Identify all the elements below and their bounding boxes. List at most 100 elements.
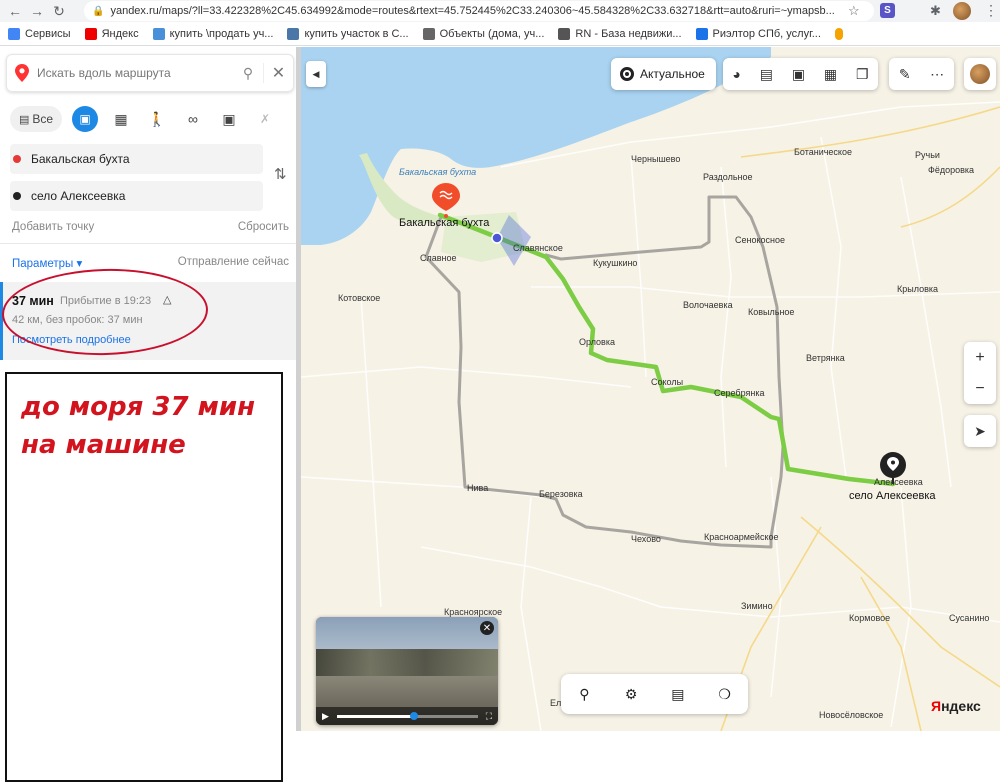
- place-label: Орловка: [579, 337, 615, 347]
- bus-mode-button[interactable]: ▦: [108, 106, 134, 132]
- walk-mode-button[interactable]: 🚶: [144, 106, 170, 132]
- departure-select[interactable]: Отправление сейчас: [178, 256, 289, 268]
- transit-icon[interactable]: ▦: [824, 66, 837, 83]
- locate-button[interactable]: ➤: [964, 415, 996, 447]
- divider: [0, 243, 300, 244]
- search-icon[interactable]: ⚲: [569, 679, 599, 709]
- back-icon[interactable]: ←: [4, 0, 26, 22]
- url-text: yandex.ru/maps/?ll=33.422328%2C45.634992…: [110, 5, 835, 17]
- more-icon[interactable]: ⋯: [930, 66, 944, 83]
- bookmark-overflow-icon[interactable]: [834, 27, 843, 40]
- extension-s-icon[interactable]: S: [880, 3, 895, 18]
- layers-icon[interactable]: ❐: [856, 66, 869, 83]
- bookmark-label: RN - База недвижи...: [575, 27, 682, 40]
- user-avatar-button[interactable]: [964, 58, 996, 90]
- place-label: Волочаевка: [683, 300, 733, 310]
- annotation-line-2: на машине: [21, 430, 186, 460]
- avatar: [970, 64, 990, 84]
- panorama-position-dot: [491, 232, 503, 244]
- restaurant-icon[interactable]: ⚙: [616, 679, 646, 709]
- taxi-mode-button[interactable]: ▣: [216, 106, 242, 132]
- bookmark-item[interactable]: Риэлтор СПб, услуг...: [695, 27, 821, 40]
- route-point-a[interactable]: Бакальская бухта: [10, 144, 263, 174]
- apps-grid-icon: [8, 27, 20, 40]
- panorama-preview[interactable]: ✕ ▶ ⛶: [316, 617, 498, 725]
- zoom-in-button[interactable]: +: [964, 342, 996, 373]
- location-arrow-icon: ➤: [974, 422, 986, 439]
- bike-mode-button[interactable]: ∞: [180, 106, 206, 132]
- close-icon[interactable]: ✕: [263, 63, 293, 83]
- globe-icon: [152, 27, 165, 40]
- point-b-label: село Алексеевка: [31, 189, 126, 203]
- lock-icon: 🔒: [92, 5, 105, 17]
- address-bar[interactable]: 🔒 yandex.ru/maps/?ll=33.422328%2C45.6349…: [84, 1, 874, 21]
- place-label: Нива: [467, 483, 489, 493]
- yandex-icon: [84, 27, 97, 40]
- play-icon[interactable]: ▶: [322, 711, 329, 722]
- map-bottom-bar: ⚲ ⚙ ▤ ❍: [561, 674, 748, 714]
- actual-label: Актуальное: [640, 67, 705, 81]
- car-mode-button[interactable]: ▣: [72, 106, 98, 132]
- search-input[interactable]: Искать вдоль маршрута: [37, 66, 233, 80]
- actual-layer-button[interactable]: Актуальное: [611, 58, 716, 90]
- place-label: Раздольное: [703, 172, 753, 182]
- place-label: Ручьи: [915, 150, 940, 160]
- bookmark-label: Сервисы: [25, 27, 71, 40]
- annotation-line-1: до моря 37 мин: [21, 392, 256, 422]
- map-pin-icon: [7, 64, 37, 82]
- swap-points-icon[interactable]: ⇅: [274, 165, 287, 183]
- bicycle-icon: ∞: [188, 111, 198, 127]
- zoom-control: + −: [964, 342, 996, 404]
- tools-toolbar: ✎ ⋯: [889, 58, 954, 90]
- camera-icon[interactable]: ▣: [792, 66, 805, 83]
- traffic-icon[interactable]: ◕: [732, 66, 740, 82]
- route-point-b[interactable]: село Алексеевка: [10, 181, 263, 211]
- route-panel: Искать вдоль маршрута ⚲ ✕ ▤ Все ▣ ▦ 🚶 ∞ …: [0, 47, 300, 782]
- place-label: Кормовое: [849, 613, 891, 623]
- bookmark-item[interactable]: Сервисы: [8, 27, 71, 40]
- params-dropdown[interactable]: Параметры ▾: [12, 256, 82, 270]
- bookmark-item[interactable]: купить \продать уч...: [152, 27, 274, 40]
- bookmark-item[interactable]: Яндекс: [84, 27, 139, 40]
- zoom-out-button[interactable]: −: [964, 373, 996, 404]
- extensions-puzzle-icon[interactable]: ✱: [930, 3, 941, 19]
- start-marker: [432, 183, 460, 218]
- search-icon[interactable]: ⚲: [233, 65, 263, 82]
- pharmacy-pill-icon[interactable]: ❍: [710, 679, 740, 709]
- place-label: Кукушкино: [593, 258, 638, 268]
- place-label: Красноярское: [444, 607, 503, 617]
- bookmark-label: Объекты (дома, уч...: [439, 27, 545, 40]
- shopping-basket-icon[interactable]: ▤: [663, 679, 693, 709]
- bookmark-label: Риэлтор СПб, услуг...: [712, 27, 821, 40]
- bookmark-item[interactable]: купить участок в С...: [287, 27, 409, 40]
- place-label: Сенокосное: [735, 235, 786, 245]
- point-a-label: Бакальская бухта: [31, 152, 130, 166]
- place-label: Соколы: [651, 377, 684, 387]
- collapse-panel-button[interactable]: ◀: [306, 61, 326, 87]
- bookmark-item[interactable]: RN - База недвижи...: [558, 27, 682, 40]
- panorama-progress[interactable]: [336, 711, 478, 720]
- map-book-icon[interactable]: ▤: [760, 66, 773, 83]
- bookmark-star-icon[interactable]: ☆: [848, 3, 860, 19]
- ruler-icon[interactable]: ✎: [899, 66, 911, 83]
- layers-toolbar: ◕ ▤ ▣ ▦ ❐: [723, 58, 878, 90]
- chevron-left-icon: ◀: [312, 68, 320, 79]
- close-icon[interactable]: ✕: [480, 621, 494, 635]
- bookmark-label: купить \продать уч...: [169, 27, 274, 40]
- route-search-box[interactable]: Искать вдоль маршрута ⚲ ✕: [6, 54, 294, 92]
- reload-icon[interactable]: ↻: [48, 0, 70, 22]
- bus-icon: ▦: [114, 110, 128, 127]
- scooter-mode-button[interactable]: ✗: [260, 106, 270, 132]
- map-canvas[interactable]: Бакальская бухта Бакальская бухта село А…: [301, 47, 1000, 731]
- place-label: Славянское: [513, 243, 563, 253]
- profile-avatar[interactable]: [953, 2, 971, 20]
- forward-icon[interactable]: →: [26, 0, 48, 22]
- reset-link[interactable]: Сбросить: [238, 221, 289, 233]
- fullscreen-icon[interactable]: ⛶: [486, 711, 492, 722]
- mode-all-button[interactable]: ▤ Все: [10, 106, 62, 132]
- bookmark-item[interactable]: Объекты (дома, уч...: [422, 27, 545, 40]
- place-label: Котовское: [338, 293, 381, 303]
- place-label: Чехово: [631, 534, 661, 544]
- browser-menu-icon[interactable]: ⋮: [984, 2, 998, 19]
- add-point-link[interactable]: Добавить точку: [12, 221, 94, 233]
